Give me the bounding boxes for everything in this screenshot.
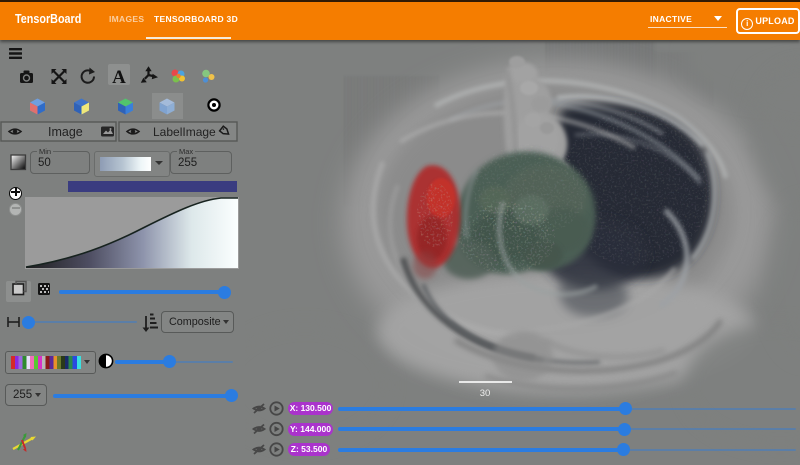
svg-text:Image: Image bbox=[48, 125, 83, 139]
svg-text:LabelImage: LabelImage bbox=[153, 125, 216, 139]
svg-text:A: A bbox=[112, 67, 126, 88]
